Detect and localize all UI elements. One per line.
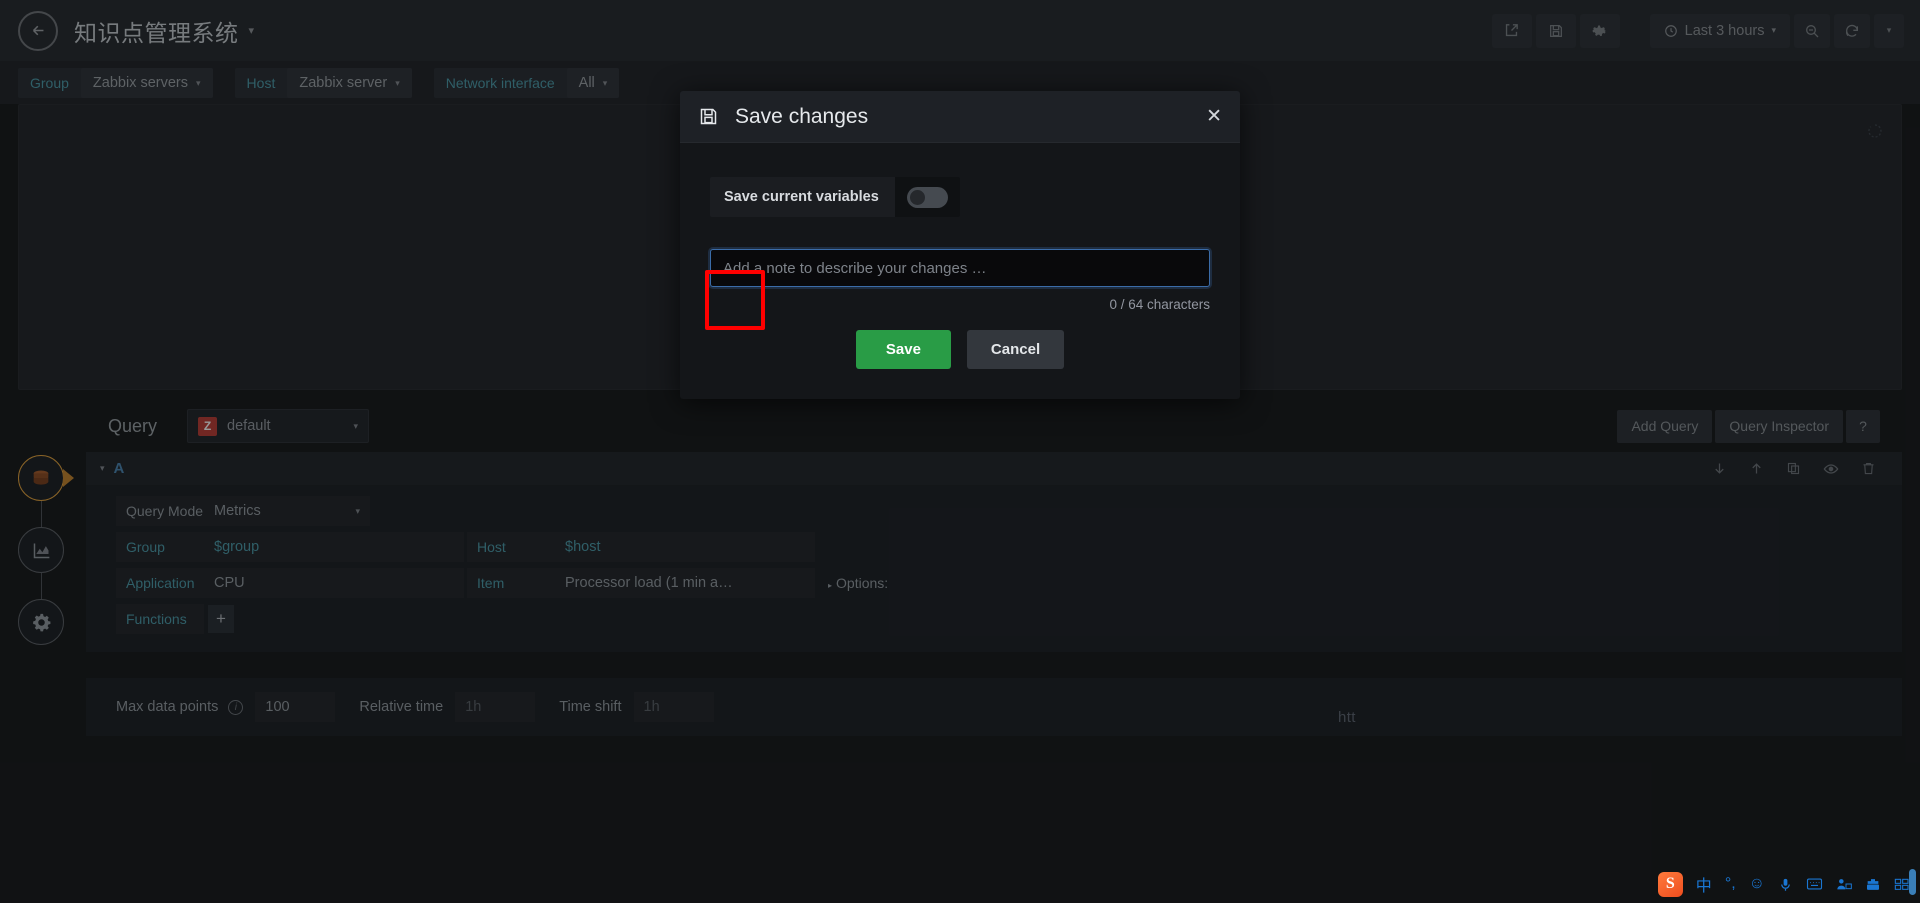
ime-taskbar: S 中 °, ☺ [1644, 865, 1920, 903]
save-floppy-icon [700, 108, 717, 125]
ime-punctuation-icon[interactable]: °, [1725, 875, 1736, 893]
ime-toolbox-icon[interactable] [1865, 877, 1881, 892]
character-counter: 0 / 64 characters [1109, 297, 1210, 312]
ime-user-icon[interactable] [1836, 877, 1852, 891]
modal-actions: Save Cancel [710, 330, 1210, 369]
ime-voice-input-icon[interactable] [1778, 877, 1793, 892]
save-variables-row: Save current variables [710, 177, 960, 217]
save-variables-toggle-cell [895, 177, 960, 217]
ime-language-mode-icon[interactable]: 中 [1696, 872, 1712, 896]
sogou-ime-logo-icon[interactable]: S [1657, 871, 1683, 897]
ime-apps-icon[interactable] [1894, 877, 1910, 891]
watermark-text: htt [1338, 709, 1356, 726]
cancel-button[interactable]: Cancel [966, 330, 1065, 369]
toggle-knob [910, 189, 925, 205]
ime-soft-keyboard-icon[interactable] [1806, 877, 1823, 891]
save-variables-label: Save current variables [724, 189, 879, 205]
change-note-input[interactable] [710, 249, 1210, 287]
modal-title: Save changes [735, 104, 869, 128]
save-button[interactable]: Save [855, 330, 951, 369]
save-variables-toggle[interactable] [907, 186, 948, 208]
ime-emoji-icon[interactable]: ☺ [1749, 875, 1765, 893]
save-changes-modal: Save changes ✕ Save current variables 0 … [680, 91, 1240, 399]
modal-header: Save changes ✕ [680, 91, 1240, 143]
modal-body: Save current variables 0 / 64 characters… [680, 143, 1240, 399]
close-icon[interactable]: ✕ [1206, 107, 1222, 126]
ime-scroll-indicator[interactable] [1909, 869, 1916, 895]
